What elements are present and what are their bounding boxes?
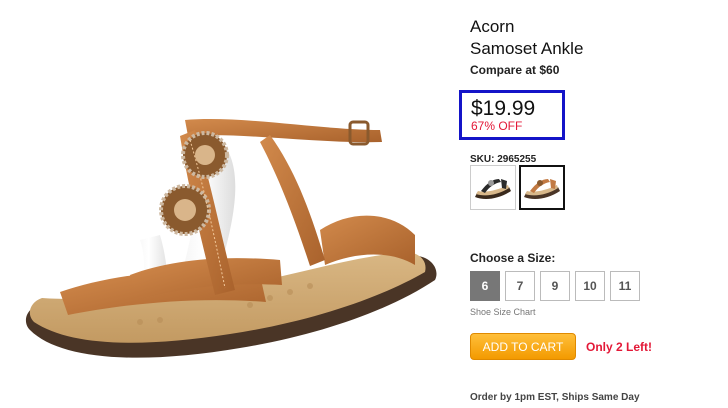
size-option-9[interactable]: 9 — [540, 271, 570, 301]
size-option-6[interactable]: 6 — [470, 271, 500, 301]
size-heading: Choose a Size: — [470, 251, 556, 265]
black-sandal-thumbnail-icon — [475, 178, 511, 199]
product-details: Acorn Samoset Ankle Compare at $60 $19.9… — [459, 16, 720, 403]
size-option-10[interactable]: 10 — [575, 271, 605, 301]
sandal-image — [25, 118, 437, 358]
compare-price: Compare at $60 — [470, 63, 560, 77]
discount-label: 67% OFF — [471, 119, 523, 133]
add-to-cart-button[interactable]: ADD TO CART — [470, 333, 576, 360]
stock-warning: Only 2 Left! — [586, 339, 653, 354]
cart-row: ADD TO CART Only 2 Left! — [470, 333, 652, 360]
shipping-note: Order by 1pm EST, Ships Same Day — [470, 392, 640, 403]
size-chart-link[interactable]: Shoe Size Chart — [470, 307, 536, 317]
color-swatches — [470, 165, 565, 210]
product-model: Samoset Ankle — [470, 39, 584, 58]
size-option-7[interactable]: 7 — [505, 271, 535, 301]
sku-label: SKU: 2965255 — [470, 154, 537, 165]
product-image[interactable] — [20, 60, 450, 380]
size-options: 6 7 9 10 11 — [470, 271, 640, 301]
product-brand: Acorn — [470, 17, 515, 36]
price-highlight-box: $19.99 67% OFF — [459, 90, 565, 140]
size-option-11[interactable]: 11 — [610, 271, 640, 301]
swatch-black[interactable] — [470, 165, 516, 210]
sale-price: $19.99 — [471, 97, 536, 120]
swatch-brown[interactable] — [519, 165, 565, 210]
brown-sandal-thumbnail-icon — [524, 178, 560, 199]
